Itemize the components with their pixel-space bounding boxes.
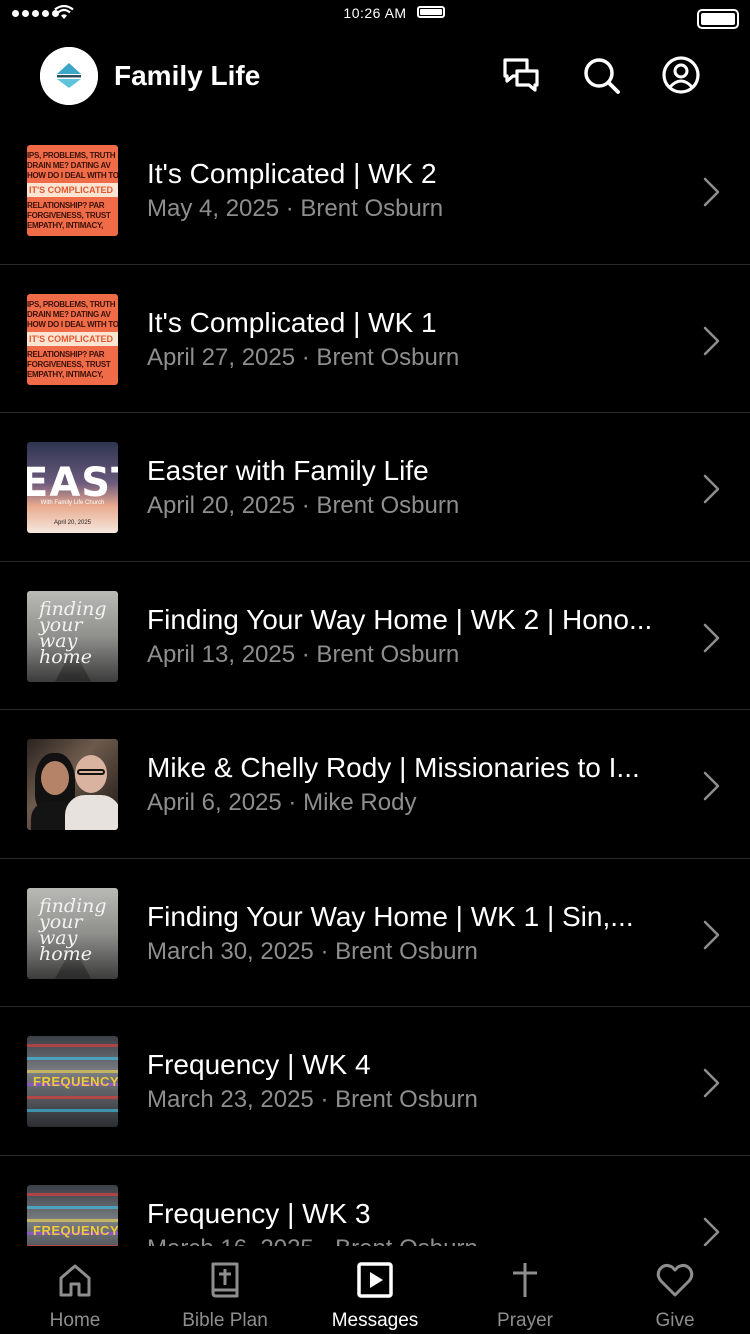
message-title: It's Complicated | WK 2 [147,158,437,189]
search-icon[interactable] [581,55,621,95]
glitch-line [27,1218,118,1222]
thumbnail-text: finding your way home [39,597,107,668]
thumbnail-art: HOW DO I DEAL WITH TOX [27,171,118,180]
bible-plan-icon [211,1262,239,1298]
tab-prayer[interactable]: Prayer [450,1246,600,1334]
chevron-right-icon [703,1217,720,1246]
tab-label: Prayer [497,1310,553,1331]
tab-home[interactable]: Home [0,1246,150,1334]
tab-label: Messages [331,1310,419,1331]
thumbnail-art: IPS, PROBLEMS, TRUTH [27,151,116,160]
thumbnail-text: IT'S COMPLICATED [27,183,118,197]
tab-bar: Home Bible Plan Messages Prayer Give [0,1246,750,1334]
photo-shape [77,769,105,775]
app-title: Family Life [114,60,261,91]
message-row[interactable]: IPS, PROBLEMS, TRUTH DRAIN ME? DATING AV H… [0,116,750,265]
thumbnail-art: FORGIVENESS, TRUST [27,359,111,369]
glitch-line [27,1096,118,1099]
message-date-speaker: March 16, 2025 · Brent Osburn [147,1235,682,1247]
home-icon [59,1264,91,1297]
family-life-logo-icon[interactable] [40,47,98,105]
message-row[interactable]: FREQUENCY Frequency | WK 3 March 16, 2025 … [0,1156,750,1247]
glitch-line [27,1057,118,1060]
message-thumbnail: EASTERWith Family Life ChurchApril 20, 2… [27,442,118,533]
message-row[interactable]: EASTERWith Family Life ChurchApril 20, 2… [0,413,750,562]
message-date-speaker: May 4, 2025 · Brent Osburn [147,195,444,222]
message-title: Mike & Chelly Rody | Missionaries to I..… [147,752,640,783]
thumbnail-art: DRAIN ME? DATING AV [27,161,111,170]
glitch-line [27,1192,118,1196]
thumbnail-text: FREQUENCY [33,1222,118,1238]
thumbnail-art: IPS, PROBLEMS, TRUTH [27,299,116,309]
tab-bible-plan[interactable]: Bible Plan [150,1246,300,1334]
thumbnail-text: With Family Life Church [40,500,105,506]
message-date-speaker: April 20, 2025 · Brent Osburn [147,492,460,519]
message-title: Finding Your Way Home | WK 1 | Sin,... [147,900,634,932]
message-date-speaker: April 27, 2025 · Brent Osburn [147,343,460,371]
tab-label: Bible Plan [182,1310,268,1331]
thumbnail-text: finding your way home [39,894,107,965]
tab-label: Home [49,1310,101,1331]
battery-icon [697,9,739,29]
message-row[interactable]: Mike & Chelly Rody | Missionaries to I..… [0,710,750,859]
message-date-speaker: April 6, 2025 · Mike Rody [147,789,417,816]
message-thumbnail: finding your way home [27,887,118,979]
chevron-right-icon [703,474,720,504]
message-date-speaker: April 13, 2025 · Brent Osburn [147,640,460,668]
thumbnail-text: FREQUENCY [33,1074,118,1089]
message-row[interactable]: FREQUENCY Frequency | WK 4 March 23, 2025 … [0,1007,750,1156]
message-thumbnail: FREQUENCY [27,1036,118,1127]
thumbnail-art: EMPATHY, INTIMACY, [27,221,104,230]
message-thumbnail [27,739,118,830]
tab-messages[interactable]: Messages [300,1246,450,1334]
thumbnail-art: EMPATHY, INTIMACY, [27,369,104,379]
message-date-speaker: March 23, 2025 · Brent Osburn [147,1086,478,1113]
thumbnail-text: April 20, 2025 [53,520,92,526]
message-title: It's Complicated | WK 1 [147,306,437,338]
thumbnail-art: FORGIVENESS, TRUST [27,211,111,220]
glitch-line [27,1070,118,1073]
message-thumbnail: finding your way home [27,590,118,682]
photo-shape [65,795,118,830]
message-thumbnail: FREQUENCY [27,1184,118,1246]
message-title: Finding Your Way Home | WK 2 | Hono... [147,603,653,635]
chevron-right-icon [703,771,720,801]
message-thumbnail: IPS, PROBLEMS, TRUTH DRAIN ME? DATING AV H… [27,293,118,385]
chevron-right-icon [703,1068,720,1098]
glitch-line [27,1205,118,1209]
messages-list[interactable]: IPS, PROBLEMS, TRUTH DRAIN ME? DATING AV H… [0,116,750,1246]
chevron-right-icon [703,623,720,652]
glitch-line [27,1044,118,1047]
glitch-line [27,1109,118,1112]
cross-icon [513,1263,537,1297]
message-title: Easter with Family Life [147,455,429,486]
message-row[interactable]: finding your way home Finding Your Way Ho… [0,859,750,1007]
status-time: 10:26 AM [343,5,407,21]
message-title: Frequency | WK 4 [147,1049,371,1080]
photo-shape [41,761,69,795]
thumbnail-art: DRAIN ME? DATING AV [27,309,111,319]
message-thumbnail: IPS, PROBLEMS, TRUTH DRAIN ME? DATING AV H… [27,145,118,236]
thumbnail-art: RELATIONSHIP? PAR [27,201,105,210]
chat-icon[interactable] [501,55,541,95]
message-date-speaker: March 30, 2025 · Brent Osburn [147,937,478,965]
thumbnail-art: RELATIONSHIP? PAR [27,349,105,359]
heart-icon [656,1263,694,1297]
tab-label: Give [655,1310,695,1331]
tab-give[interactable]: Give [600,1246,750,1334]
messages-play-icon [357,1262,393,1298]
battery-icon [417,6,445,18]
message-row[interactable]: IPS, PROBLEMS, TRUTH DRAIN ME? DATING AV H… [0,265,750,413]
chevron-right-icon [703,177,720,207]
profile-icon[interactable] [661,55,701,95]
chevron-right-icon [703,326,720,355]
thumbnail-art: HOW DO I DEAL WITH TOX [27,319,118,329]
status-bar: 10:26 AM [0,0,750,40]
chevron-right-icon [703,920,720,949]
thumbnail-text: IT'S COMPLICATED [27,331,118,346]
app-header: Family Life [0,40,750,116]
message-row[interactable]: finding your way home Finding Your Way Ho… [0,562,750,710]
message-title: Frequency | WK 3 [147,1197,371,1229]
